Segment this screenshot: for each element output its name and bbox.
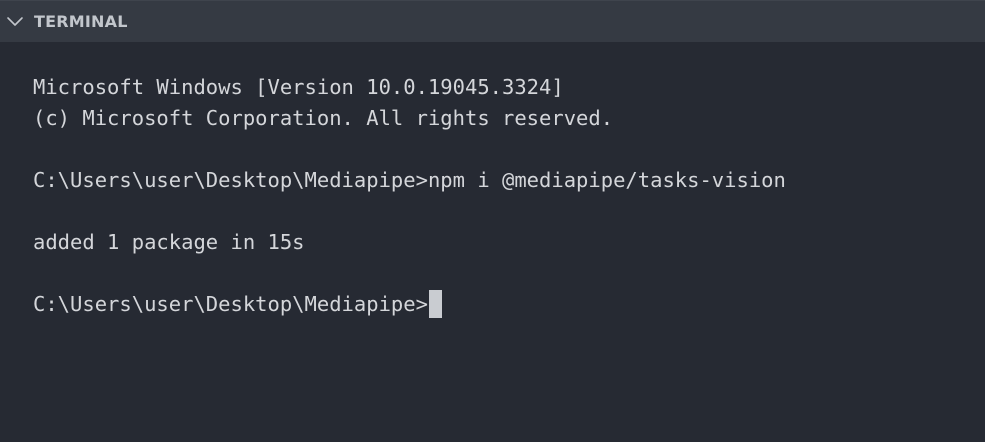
text-cursor bbox=[428, 290, 442, 318]
terminal-line: C:\Users\user\Desktop\Mediapipe>npm i @m… bbox=[33, 168, 786, 192]
terminal-line: Microsoft Windows [Version 10.0.19045.33… bbox=[33, 75, 564, 99]
terminal-line: added 1 package in 15s bbox=[33, 230, 305, 254]
terminal-output[interactable]: Microsoft Windows [Version 10.0.19045.33… bbox=[0, 42, 985, 442]
terminal-prompt: C:\Users\user\Desktop\Mediapipe> bbox=[33, 292, 428, 316]
terminal-line: (c) Microsoft Corporation. All rights re… bbox=[33, 106, 614, 130]
terminal-panel: TERMINAL Microsoft Windows [Version 10.0… bbox=[0, 0, 985, 442]
panel-title: TERMINAL bbox=[34, 12, 128, 31]
chevron-down-icon[interactable] bbox=[6, 13, 24, 31]
panel-header[interactable]: TERMINAL bbox=[0, 0, 985, 42]
terminal-prompt-line[interactable]: C:\Users\user\Desktop\Mediapipe> bbox=[33, 290, 442, 318]
